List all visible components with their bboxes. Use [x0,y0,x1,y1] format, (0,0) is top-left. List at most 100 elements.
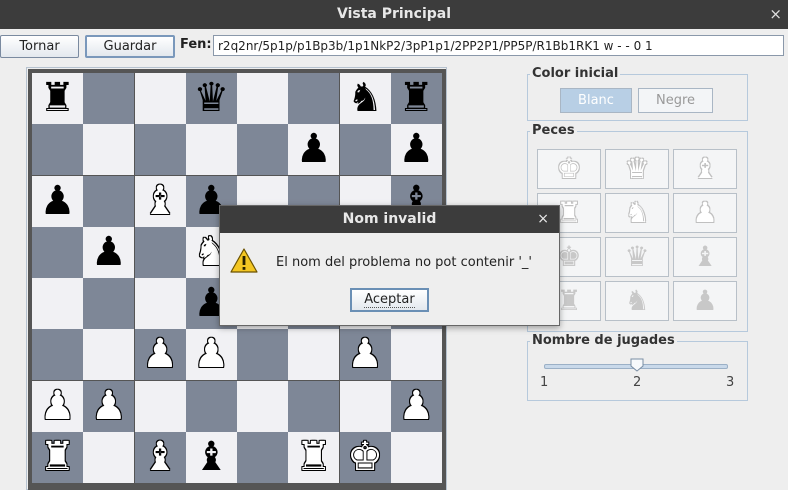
square-e2[interactable] [237,380,288,432]
back-button[interactable]: Tornar [0,35,79,58]
square-c7[interactable] [134,124,186,176]
moves-slider-thumb[interactable] [630,358,644,372]
square-h3[interactable] [390,329,442,381]
white-bishop-icon[interactable]: ♝ [135,176,186,227]
square-h2[interactable]: ♟ [390,380,442,432]
palette-white-king-button[interactable]: ♚ [537,149,601,189]
square-g8[interactable]: ♞ [339,73,391,124]
fen-input[interactable] [213,35,784,56]
palette-white-pawn-button[interactable]: ♟ [673,193,737,233]
palette-black-pawn-button[interactable]: ♟ [673,281,737,321]
square-b7[interactable] [83,124,135,176]
white-pawn-icon: ♟ [692,196,718,229]
square-b3[interactable] [83,329,135,381]
square-e3[interactable] [237,329,288,381]
black-pawn-icon[interactable]: ♟ [32,176,83,227]
square-d2[interactable] [185,380,237,432]
square-g7[interactable] [339,124,391,176]
square-b4[interactable] [83,278,135,329]
white-pawn-icon[interactable]: ♟ [83,381,134,432]
square-c5[interactable] [134,226,186,278]
palette-black-knight-button[interactable]: ♞ [605,281,669,321]
square-a4[interactable] [32,278,83,329]
square-a8[interactable]: ♜ [32,73,83,124]
square-b2[interactable]: ♟ [83,380,135,432]
square-f3[interactable] [288,329,340,381]
white-king-icon[interactable]: ♚ [340,432,391,483]
moves-tick-min: 1 [540,375,549,390]
square-c6[interactable]: ♝ [134,175,186,227]
black-king-icon: ♚ [556,240,582,273]
white-pawn-icon[interactable]: ♟ [135,329,186,380]
square-d3[interactable]: ♟ [185,329,237,381]
initial-color-label: Color inicial [530,66,621,81]
square-c3[interactable]: ♟ [134,329,186,381]
square-g1[interactable]: ♚ [339,431,391,483]
white-color-toggle[interactable]: Blanc [560,88,632,113]
black-pawn-icon[interactable]: ♟ [391,124,442,175]
white-pawn-icon[interactable]: ♟ [391,381,442,432]
white-rook-icon[interactable]: ♜ [32,432,83,483]
square-c1[interactable]: ♝ [134,431,186,483]
black-rook-icon[interactable]: ♜ [32,73,83,124]
square-b1[interactable] [83,431,135,483]
black-queen-icon[interactable]: ♛ [186,73,237,124]
square-d8[interactable]: ♛ [185,73,237,124]
square-e8[interactable] [237,73,288,124]
square-b5[interactable]: ♟ [83,226,135,278]
square-h8[interactable]: ♜ [390,73,442,124]
white-rook-icon: ♜ [556,196,582,229]
square-b6[interactable] [83,175,135,227]
square-d1[interactable]: ♝ [185,431,237,483]
square-e1[interactable] [237,431,288,483]
square-a6[interactable]: ♟ [32,175,83,227]
square-a7[interactable] [32,124,83,176]
square-c4[interactable] [134,278,186,329]
square-c8[interactable] [134,73,186,124]
square-f2[interactable] [288,380,340,432]
black-queen-icon: ♛ [624,240,650,273]
window-title: Vista Principal [336,6,452,22]
square-f7[interactable]: ♟ [288,124,340,176]
square-a2[interactable]: ♟ [32,380,83,432]
palette-white-bishop-button[interactable]: ♝ [673,149,737,189]
dialog-close-button[interactable]: × [537,206,549,233]
square-a3[interactable] [32,329,83,381]
square-c2[interactable] [134,380,186,432]
square-a5[interactable] [32,226,83,278]
black-rook-icon[interactable]: ♜ [391,73,442,124]
palette-black-queen-button[interactable]: ♛ [605,237,669,277]
square-b8[interactable] [83,73,135,124]
accept-button[interactable]: Aceptar [350,288,429,312]
dialog-title: Nom invalid [342,211,437,227]
square-a1[interactable]: ♜ [32,431,83,483]
white-rook-icon[interactable]: ♜ [288,432,339,483]
black-color-toggle[interactable]: Negre [638,88,713,113]
invalid-name-dialog: Nom invalid × El nom del problema no pot… [219,205,560,326]
save-button[interactable]: Guardar [85,35,175,58]
black-pawn-icon[interactable]: ♟ [83,227,134,278]
square-h7[interactable]: ♟ [390,124,442,176]
white-pawn-icon[interactable]: ♟ [32,381,83,432]
white-pawn-icon[interactable]: ♟ [186,329,237,380]
black-rook-icon: ♜ [556,284,582,317]
square-e7[interactable] [237,124,288,176]
black-bishop-icon[interactable]: ♝ [186,432,237,483]
palette-white-queen-button[interactable]: ♛ [605,149,669,189]
square-g2[interactable] [339,380,391,432]
square-g3[interactable]: ♟ [339,329,391,381]
white-pawn-icon[interactable]: ♟ [340,329,391,380]
palette-black-bishop-button[interactable]: ♝ [673,237,737,277]
black-pawn-icon[interactable]: ♟ [288,124,339,175]
dialog-message: El nom del problema no pot contenir '_' [276,255,533,270]
square-f8[interactable] [288,73,340,124]
square-f1[interactable]: ♜ [288,431,340,483]
black-knight-icon[interactable]: ♞ [340,73,391,124]
white-bishop-icon[interactable]: ♝ [135,432,186,483]
white-bishop-icon: ♝ [692,152,718,185]
white-queen-icon: ♛ [624,152,650,185]
palette-white-knight-button[interactable]: ♞ [605,193,669,233]
square-d7[interactable] [185,124,237,176]
window-close-button[interactable]: × [769,0,782,29]
square-h1[interactable] [390,431,442,483]
